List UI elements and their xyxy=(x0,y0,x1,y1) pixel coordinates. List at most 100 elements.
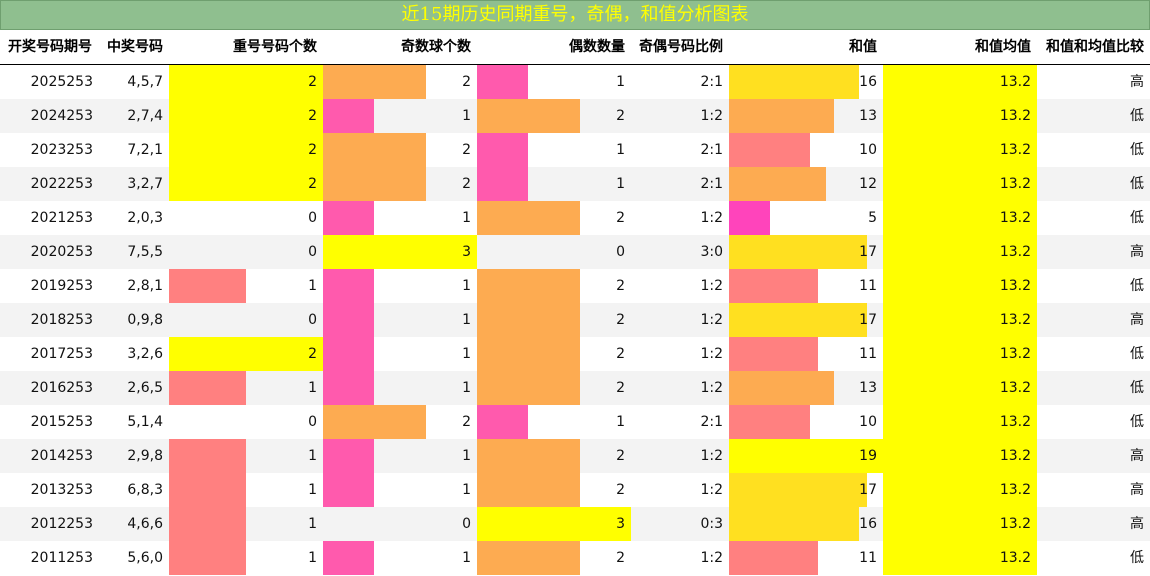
cmp-cell: 低 xyxy=(1130,278,1144,294)
numbers-cell: 5,1,4 xyxy=(127,414,163,430)
sum-cell: 11 xyxy=(859,550,877,566)
even-cell: 1 xyxy=(616,176,625,192)
repeat-cell: 1 xyxy=(308,278,317,294)
cmp-cell: 低 xyxy=(1130,346,1144,362)
ratio-cell: 1:2 xyxy=(700,448,723,464)
repeat-cell: 2 xyxy=(308,142,317,158)
sum-cell: 10 xyxy=(859,414,877,430)
even-cell: 1 xyxy=(616,414,625,430)
even-cell: 2 xyxy=(616,380,625,396)
sum-cell: 13 xyxy=(859,380,877,396)
header-col-odd: 奇数球个数 xyxy=(401,39,471,55)
period-cell: 2013253 xyxy=(30,482,93,498)
table-row: 2017253 3,2,6 2 1 2 1:2 11 13.2 低 xyxy=(0,337,1150,371)
sum-cell: 13 xyxy=(859,108,877,124)
odd-cell: 0 xyxy=(462,516,471,532)
avg-cell: 13.2 xyxy=(999,142,1031,158)
cmp-cell: 低 xyxy=(1130,550,1144,566)
sum-cell: 19 xyxy=(859,448,877,464)
repeat-cell: 2 xyxy=(308,74,317,90)
cmp-cell: 低 xyxy=(1130,176,1144,192)
numbers-cell: 4,6,6 xyxy=(127,516,163,532)
avg-cell: 13.2 xyxy=(999,210,1031,226)
odd-cell: 1 xyxy=(462,346,471,362)
avg-cell: 13.2 xyxy=(999,244,1031,260)
cmp-cell: 低 xyxy=(1130,380,1144,396)
numbers-cell: 2,0,3 xyxy=(127,210,163,226)
ratio-cell: 1:2 xyxy=(700,550,723,566)
repeat-cell: 1 xyxy=(308,448,317,464)
ratio-cell: 1:2 xyxy=(700,346,723,362)
numbers-cell: 7,2,1 xyxy=(127,142,163,158)
period-cell: 2023253 xyxy=(30,142,93,158)
table-row: 2023253 7,2,1 2 2 1 2:1 10 13.2 低 xyxy=(0,133,1150,167)
numbers-cell: 0,9,8 xyxy=(127,312,163,328)
header-col-avg: 和值均值 xyxy=(975,39,1031,55)
ratio-cell: 1:2 xyxy=(700,312,723,328)
period-cell: 2022253 xyxy=(30,176,93,192)
table-row: 2014253 2,9,8 1 1 2 1:2 19 13.2 高 xyxy=(0,439,1150,473)
cmp-cell: 高 xyxy=(1130,74,1144,90)
ratio-cell: 2:1 xyxy=(700,74,723,90)
odd-cell: 2 xyxy=(462,74,471,90)
sum-cell: 17 xyxy=(859,244,877,260)
header-col-cmp: 和值和均值比较 xyxy=(1046,39,1144,55)
numbers-cell: 2,8,1 xyxy=(127,278,163,294)
ratio-cell: 1:2 xyxy=(700,210,723,226)
odd-cell: 1 xyxy=(462,108,471,124)
period-cell: 2018253 xyxy=(30,312,93,328)
period-cell: 2016253 xyxy=(30,380,93,396)
ratio-cell: 0:3 xyxy=(700,516,723,532)
sum-cell: 17 xyxy=(859,482,877,498)
ratio-cell: 1:2 xyxy=(700,108,723,124)
sum-cell: 16 xyxy=(859,74,877,90)
numbers-cell: 6,8,3 xyxy=(127,482,163,498)
cmp-cell: 低 xyxy=(1130,414,1144,430)
table-row: 2022253 3,2,7 2 2 1 2:1 12 13.2 低 xyxy=(0,167,1150,201)
avg-cell: 13.2 xyxy=(999,346,1031,362)
ratio-cell: 2:1 xyxy=(700,414,723,430)
avg-cell: 13.2 xyxy=(999,312,1031,328)
ratio-cell: 3:0 xyxy=(700,244,723,260)
table-row: 2018253 0,9,8 0 1 2 1:2 17 13.2 高 xyxy=(0,303,1150,337)
period-cell: 2017253 xyxy=(30,346,93,362)
cmp-cell: 高 xyxy=(1130,312,1144,328)
header-col-sum: 和值 xyxy=(849,39,877,55)
period-cell: 2012253 xyxy=(30,516,93,532)
even-cell: 1 xyxy=(616,142,625,158)
header-col-ratio: 奇偶号码比例 xyxy=(639,39,723,55)
header-col-even: 偶数数量 xyxy=(569,39,625,55)
header-col-repeat: 重号号码个数 xyxy=(233,39,317,55)
repeat-cell: 0 xyxy=(308,210,317,226)
odd-cell: 2 xyxy=(462,176,471,192)
header-col-numbers: 中奖号码 xyxy=(107,39,163,55)
odd-cell: 3 xyxy=(462,244,471,260)
table-row: 2016253 2,6,5 1 1 2 1:2 13 13.2 低 xyxy=(0,371,1150,405)
repeat-cell: 1 xyxy=(308,380,317,396)
even-cell: 2 xyxy=(616,482,625,498)
odd-cell: 2 xyxy=(462,414,471,430)
table-row: 2011253 5,6,0 1 1 2 1:2 11 13.2 低 xyxy=(0,541,1150,575)
even-cell: 0 xyxy=(616,244,625,260)
repeat-cell: 0 xyxy=(308,414,317,430)
numbers-cell: 7,5,5 xyxy=(127,244,163,260)
odd-cell: 1 xyxy=(462,278,471,294)
numbers-cell: 2,9,8 xyxy=(127,448,163,464)
table-row: 2013253 6,8,3 1 1 2 1:2 17 13.2 高 xyxy=(0,473,1150,507)
ratio-cell: 1:2 xyxy=(700,482,723,498)
avg-cell: 13.2 xyxy=(999,176,1031,192)
numbers-cell: 3,2,6 xyxy=(127,346,163,362)
odd-cell: 1 xyxy=(462,482,471,498)
avg-cell: 13.2 xyxy=(999,550,1031,566)
repeat-cell: 2 xyxy=(308,346,317,362)
cmp-cell: 低 xyxy=(1130,108,1144,124)
sum-cell: 11 xyxy=(859,346,877,362)
avg-cell: 13.2 xyxy=(999,414,1031,430)
avg-cell: 13.2 xyxy=(999,380,1031,396)
period-cell: 2024253 xyxy=(30,108,93,124)
table-row: 2012253 4,6,6 1 0 3 0:3 16 13.2 高 xyxy=(0,507,1150,541)
numbers-cell: 4,5,7 xyxy=(127,74,163,90)
cmp-cell: 低 xyxy=(1130,142,1144,158)
table-row: 2020253 7,5,5 0 3 0 3:0 17 13.2 高 xyxy=(0,235,1150,269)
numbers-cell: 2,7,4 xyxy=(127,108,163,124)
